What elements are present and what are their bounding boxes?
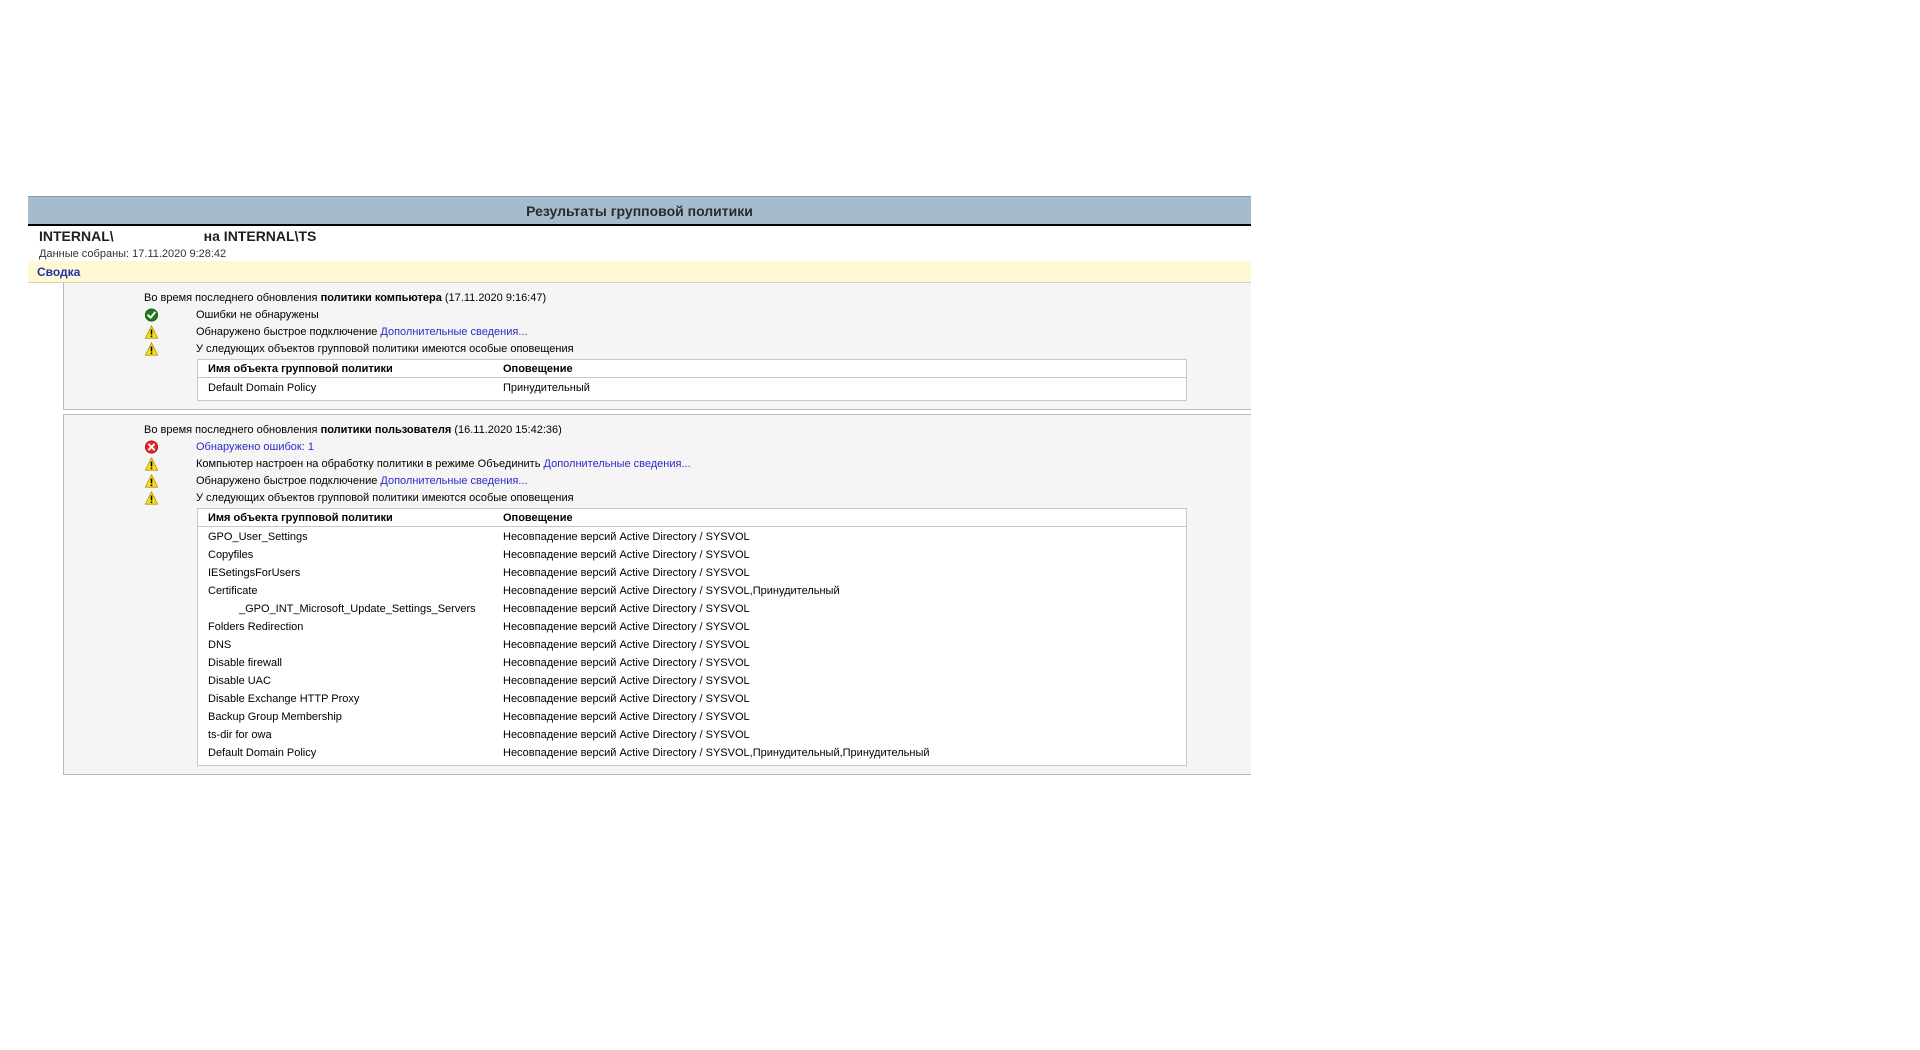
- more-info-link[interactable]: Дополнительные сведения...: [544, 458, 691, 470]
- gpo-name: DNS: [208, 639, 232, 651]
- gpo-name: _GPO_INT_Microsoft_Update_Settings_Serve…: [239, 603, 476, 615]
- gpo-name: GPO_User_Settings: [208, 531, 308, 543]
- gpo-name: Default Domain Policy: [208, 382, 317, 394]
- gpo-alert: Несовпадение версий Active Directory / S…: [503, 603, 750, 615]
- gpo-name: Default Domain Policy: [208, 747, 317, 759]
- message-text: У следующих объектов групповой политики …: [196, 491, 574, 504]
- collected-timestamp: Данные собраны: 17.11.2020 9:28:42: [39, 247, 227, 260]
- table-row: DNS Несовпадение версий Active Directory …: [198, 636, 1186, 654]
- gpo-name: Copyfiles: [208, 549, 254, 561]
- more-info-link[interactable]: Дополнительные сведения...: [380, 475, 527, 487]
- message-text: Обнаружено быстрое подключение Дополните…: [196, 475, 528, 487]
- table-row: Disable UAC Несовпадение версий Active Di…: [198, 672, 1186, 690]
- heading-prefix: Во время последнего обновления: [144, 423, 321, 436]
- table-body: Default Domain Policy Принудительный: [198, 378, 1186, 400]
- table-row: Certificate Несовпадение версий Active Di…: [198, 582, 1186, 600]
- heading-bold: политики пользователя: [320, 423, 452, 436]
- column-header-name: Имя объекта групповой политики: [208, 511, 393, 524]
- summary-header[interactable]: Сводка: [28, 261, 1251, 283]
- gpo-alert: Несовпадение версий Active Directory / S…: [503, 585, 840, 597]
- table-row: Default Domain Policy Принудительный: [198, 379, 1186, 397]
- column-header-alert: Оповещение: [503, 362, 573, 375]
- gpo-name: Disable Exchange HTTP Proxy: [208, 693, 360, 705]
- message-plain: Обнаружено быстрое подключение: [196, 325, 381, 338]
- warning-icon: [144, 325, 159, 339]
- gp-results-report: Результаты групповой политики INTERNAL\ н…: [28, 196, 1251, 775]
- summary-label[interactable]: Сводка: [37, 265, 80, 279]
- table-row: Folders Redirection Несовпадение версий A…: [198, 618, 1186, 636]
- message-row: Ошибки не обнаружены: [64, 306, 1251, 323]
- message-plain: Обнаружено быстрое подключение: [196, 474, 381, 487]
- gpo-alert: Несовпадение версий Active Directory / S…: [503, 639, 750, 651]
- redacted-block: [113, 229, 204, 243]
- gpo-alert: Несовпадение версий Active Directory / S…: [503, 657, 750, 669]
- gpo-alert: Несовпадение версий Active Directory / S…: [503, 675, 750, 687]
- gpo-name: Folders Redirection: [208, 621, 304, 633]
- user-gpo-table: Имя объекта групповой политики Оповещени…: [197, 508, 1187, 766]
- table-row: Copyfiles Несовпадение версий Active Dire…: [198, 546, 1186, 564]
- gpo-alert: Несовпадение версий Active Directory / S…: [503, 693, 750, 705]
- report-title: Результаты групповой политики: [28, 196, 1251, 226]
- error-icon: [144, 440, 159, 454]
- message-row: Компьютер настроен на обработку политики…: [64, 455, 1251, 472]
- message-plain: Компьютер настроен на обработку политики…: [196, 457, 544, 470]
- errors-found-link[interactable]: Обнаружено ошибок: 1: [196, 441, 314, 453]
- more-info-link[interactable]: Дополнительные сведения...: [380, 326, 527, 338]
- table-row: Disable firewall Несовпадение версий Acti…: [198, 654, 1186, 672]
- gpo-alert: Несовпадение версий Active Directory / S…: [503, 747, 930, 759]
- table-row: GPO_User_Settings Несовпадение версий Act…: [198, 528, 1186, 546]
- gpo-name: Disable firewall: [208, 657, 282, 669]
- gpo-name: IESetingsForUsers: [208, 567, 301, 579]
- computer-gpo-table: Имя объекта групповой политики Оповещени…: [197, 359, 1187, 401]
- subject-computer: на INTERNAL\TS: [203, 228, 317, 244]
- table-row: IESetingsForUsers Несовпадение версий Act…: [198, 564, 1186, 582]
- message-text: Обнаружено быстрое подключение Дополните…: [196, 326, 528, 338]
- gpo-alert: Несовпадение версий Active Directory / S…: [503, 621, 750, 633]
- message-row: Обнаружено быстрое подключение Дополните…: [64, 472, 1251, 489]
- message-row: Обнаружено быстрое подключение Дополните…: [64, 323, 1251, 340]
- subject-user: INTERNAL\: [39, 228, 114, 244]
- message-row: У следующих объектов групповой политики …: [64, 340, 1251, 357]
- message-text: Обнаружено ошибок: 1: [196, 441, 314, 453]
- table-header: Имя объекта групповой политики Оповещени…: [198, 509, 1186, 527]
- gpo-alert: Несовпадение версий Active Directory / S…: [503, 711, 750, 723]
- message-row: Обнаружено ошибок: 1: [64, 438, 1251, 455]
- table-row: Disable Exchange HTTP Proxy Несовпадение …: [198, 690, 1186, 708]
- gpo-name: Disable UAC: [208, 675, 271, 687]
- user-policy-heading: Во время последнего обновления политики …: [64, 421, 1251, 438]
- heading-prefix: Во время последнего обновления: [144, 291, 321, 304]
- heading-bold: политики компьютера: [320, 291, 442, 304]
- gpo-alert: Несовпадение версий Active Directory / S…: [503, 531, 750, 543]
- table-header: Имя объекта групповой политики Оповещени…: [198, 360, 1186, 378]
- message-text: У следующих объектов групповой политики …: [196, 342, 574, 355]
- column-header-name: Имя объекта групповой политики: [208, 362, 393, 375]
- table-body: GPO_User_Settings Несовпадение версий Act…: [198, 527, 1186, 765]
- computer-policy-section: Во время последнего обновления политики …: [63, 283, 1251, 410]
- success-check-icon: [144, 308, 159, 322]
- message-text: Ошибки не обнаружены: [196, 308, 319, 321]
- report-subject: INTERNAL\ на INTERNAL\TS: [28, 226, 1251, 246]
- table-row: Default Domain Policy Несовпадение версий…: [198, 744, 1186, 762]
- warning-icon: [144, 342, 159, 356]
- computer-policy-heading: Во время последнего обновления политики …: [64, 289, 1251, 306]
- heading-timestamp: (17.11.2020 9:16:47): [441, 291, 547, 304]
- gpo-name: Backup Group Membership: [208, 711, 342, 723]
- warning-icon: [144, 457, 159, 471]
- user-policy-section: Во время последнего обновления политики …: [63, 414, 1251, 775]
- table-row: ts-dir for owa Несовпадение версий Active…: [198, 726, 1186, 744]
- gpo-name: Certificate: [208, 585, 258, 597]
- gpo-alert: Принудительный: [503, 382, 590, 394]
- heading-timestamp: (16.11.2020 15:42:36): [451, 423, 562, 436]
- gpo-name: ts-dir for owa: [208, 729, 272, 741]
- table-row: Backup Group Membership Несовпадение верс…: [198, 708, 1186, 726]
- message-text: Компьютер настроен на обработку политики…: [196, 458, 691, 470]
- column-header-alert: Оповещение: [503, 511, 573, 524]
- table-row: _GPO_INT_Microsoft_Update_Settings_Serve…: [198, 600, 1186, 618]
- warning-icon: [144, 491, 159, 505]
- message-row: У следующих объектов групповой политики …: [64, 489, 1251, 506]
- gpo-alert: Несовпадение версий Active Directory / S…: [503, 567, 750, 579]
- gpo-alert: Несовпадение версий Active Directory / S…: [503, 549, 750, 561]
- warning-icon: [144, 474, 159, 488]
- gpo-alert: Несовпадение версий Active Directory / S…: [503, 729, 750, 741]
